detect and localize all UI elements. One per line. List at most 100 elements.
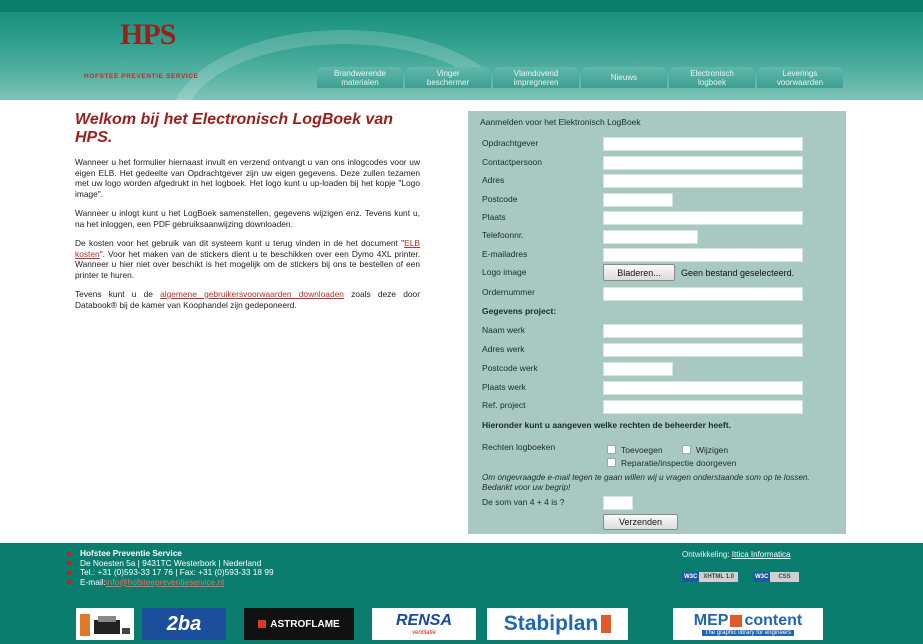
- reparatie-label: Reparatie/inspectie doorgeven: [621, 458, 737, 468]
- nav-vinger-beschermer[interactable]: Vinger beschermer: [405, 67, 491, 88]
- w3c-xhtml-badge[interactable]: W3C XHTML 1.0: [682, 572, 738, 582]
- nav-label: beschermer: [426, 77, 470, 87]
- nav-electronisch-logboek[interactable]: Electronisch logboek: [669, 67, 755, 88]
- nav-brandwerende-materialen[interactable]: Brandwerende materialen: [317, 67, 403, 88]
- main-nav: Brandwerende materialen Vinger beschermer …: [317, 67, 845, 88]
- sponsor-logo-2ba[interactable]: 2ba: [142, 608, 226, 640]
- nav-vlamdovend-impregneren[interactable]: Vlamdovend impregneren: [493, 67, 579, 88]
- toevoegen-label: Toevoegen: [621, 445, 663, 455]
- browse-file-button[interactable]: Bladeren...: [603, 264, 675, 281]
- terms-download-link[interactable]: algemene gebruikersvoorwaarden downloade…: [160, 289, 344, 299]
- no-file-selected-text: Geen bestand geselecteerd.: [681, 268, 795, 278]
- project-heading: Gegevens project:: [482, 306, 557, 316]
- toevoegen-checkbox[interactable]: [607, 445, 616, 454]
- intro-section: Welkom bij het Electronisch LogBoek van …: [75, 111, 420, 319]
- label-logo-image: Logo image: [482, 267, 527, 277]
- adres-werk-input[interactable]: [603, 343, 803, 357]
- sponsor-logo-astroflame[interactable]: ASTROFLAME: [244, 608, 354, 640]
- wijzigen-checkbox[interactable]: [682, 445, 691, 454]
- label-rechten-logboeken: Rechten logboeken: [482, 442, 556, 452]
- sponsor-logo-mepcontent[interactable]: MEP content The graphic library for engi…: [673, 608, 823, 640]
- site-header: HPS HOFSTEE PREVENTIE SERVICE Brandweren…: [0, 0, 923, 100]
- intro-paragraph-3: De kosten voor het gebruik van dit syste…: [75, 238, 420, 280]
- mep-row: MEP content: [694, 612, 802, 630]
- stabiplan-mark-icon: [601, 615, 612, 633]
- sponsor-logo-1[interactable]: [76, 608, 134, 640]
- intro-paragraph-4: Tevens kunt u de algemene gebruikersvoor…: [75, 289, 420, 310]
- sponsor-rensa-subtext: ventilatie: [412, 630, 436, 636]
- label-opdrachtgever: Opdrachtgever: [482, 138, 539, 148]
- sponsor-printer-icon: [80, 614, 130, 636]
- developer-link[interactable]: Ittica Informatica: [732, 550, 791, 559]
- bullet-icon: [67, 561, 71, 566]
- w3c-css-badge[interactable]: W3C CSS: [753, 572, 799, 582]
- bullet-icon: [67, 580, 71, 585]
- bullet-icon: [67, 551, 71, 556]
- dev-label: Ontwikkeling:: [682, 550, 732, 559]
- nav-nieuws[interactable]: Nieuws: [581, 67, 667, 88]
- sponsor-stabiplan-text: Stabiplan: [503, 612, 599, 635]
- naam-werk-input[interactable]: [603, 324, 803, 338]
- telefoon-input[interactable]: [603, 230, 698, 244]
- ordernummer-input[interactable]: [603, 287, 803, 301]
- adres-input[interactable]: [603, 174, 803, 188]
- text: De kosten voor het gebruik van dit syste…: [75, 238, 405, 248]
- text: ". Voor het maken van de stickers dient …: [75, 248, 420, 280]
- label-naam-werk: Naam werk: [482, 325, 525, 335]
- sponsor-astroflame-text: ASTROFLAME: [270, 618, 340, 630]
- nav-label: Vinger: [436, 68, 460, 78]
- nav-label: voorwaarden: [776, 77, 824, 87]
- contact-block: Hofstee Preventie Service De Noesten 5a …: [67, 548, 274, 588]
- badge-xhtml: XHTML 1.0: [699, 572, 738, 582]
- nav-label: impregneren: [513, 77, 559, 87]
- top-strip: [0, 0, 923, 12]
- label-ref-project: Ref. project: [482, 400, 526, 410]
- nav-label: Leverings: [782, 68, 818, 78]
- email-input[interactable]: [603, 248, 803, 262]
- sponsor-logo-stabiplan[interactable]: Stabiplan: [487, 608, 628, 640]
- nav-label: materialen: [341, 77, 379, 87]
- badge-css: CSS: [770, 572, 799, 582]
- sponsor-mep-tagline: The graphic library for engineers: [701, 630, 795, 636]
- nav-label: Electronisch: [690, 68, 734, 78]
- ref-project-input[interactable]: [603, 400, 803, 414]
- astroflame-mark-icon: [258, 620, 267, 628]
- wijzigen-label: Wijzigen: [696, 445, 729, 455]
- contactpersoon-input[interactable]: [603, 156, 803, 170]
- text: Tevens kunt u de: [75, 289, 161, 299]
- postcode-input[interactable]: [603, 193, 673, 207]
- sponsor-content-text: content: [744, 612, 803, 629]
- logo-tagline: HOFSTEE PREVENTIE SERVICE: [84, 73, 199, 80]
- page-title: Welkom bij het Electronisch LogBoek van …: [75, 111, 393, 146]
- badge-w3c: W3C: [753, 572, 771, 582]
- signup-form-panel: Aanmelden voor het Elektronisch LogBoek …: [468, 111, 846, 534]
- plaats-werk-input[interactable]: [603, 381, 803, 395]
- intro-paragraph-2: Wanneer u inlogt kunt u het LogBoek same…: [75, 208, 420, 229]
- opdrachtgever-input[interactable]: [603, 137, 803, 151]
- nav-label: logboek: [697, 77, 726, 87]
- bullet-icon: [67, 570, 71, 575]
- sponsor-mep-text: MEP: [693, 612, 729, 629]
- captcha-answer-input[interactable]: [603, 496, 633, 510]
- badge-w3c: W3C: [682, 572, 700, 582]
- label-postcode: Postcode: [482, 194, 518, 204]
- intro-paragraph-1: Wanneer u het formulier hiernaast invult…: [75, 157, 420, 199]
- email-label: E-mail:: [80, 576, 106, 587]
- reparatie-checkbox[interactable]: [607, 458, 616, 467]
- submit-button[interactable]: Verzenden: [603, 514, 678, 530]
- sponsor-bar: 2ba ASTROFLAME RENSA ventilatie Stabipla…: [0, 601, 923, 644]
- sponsor-2ba-text: 2ba: [166, 612, 202, 635]
- label-email: E-mailadres: [482, 249, 528, 259]
- nav-label: Brandwerende: [333, 68, 387, 78]
- label-postcode-werk: Postcode werk: [482, 363, 538, 373]
- hps-logo[interactable]: HPS HOFSTEE PREVENTIE SERVICE: [84, 18, 240, 82]
- nav-label: Nieuws: [610, 73, 638, 82]
- mep-mark-icon: [730, 615, 743, 627]
- label-adres: Adres: [482, 175, 505, 185]
- plaats-input[interactable]: [603, 211, 803, 225]
- label-contactpersoon: Contactpersoon: [482, 157, 543, 167]
- nav-leverings-voorwaarden[interactable]: Leverings voorwaarden: [757, 67, 843, 88]
- postcode-werk-input[interactable]: [603, 362, 673, 376]
- email-link[interactable]: info@hofsteepreventieservice.nl: [106, 577, 224, 588]
- sponsor-logo-rensa[interactable]: RENSA ventilatie: [372, 608, 476, 640]
